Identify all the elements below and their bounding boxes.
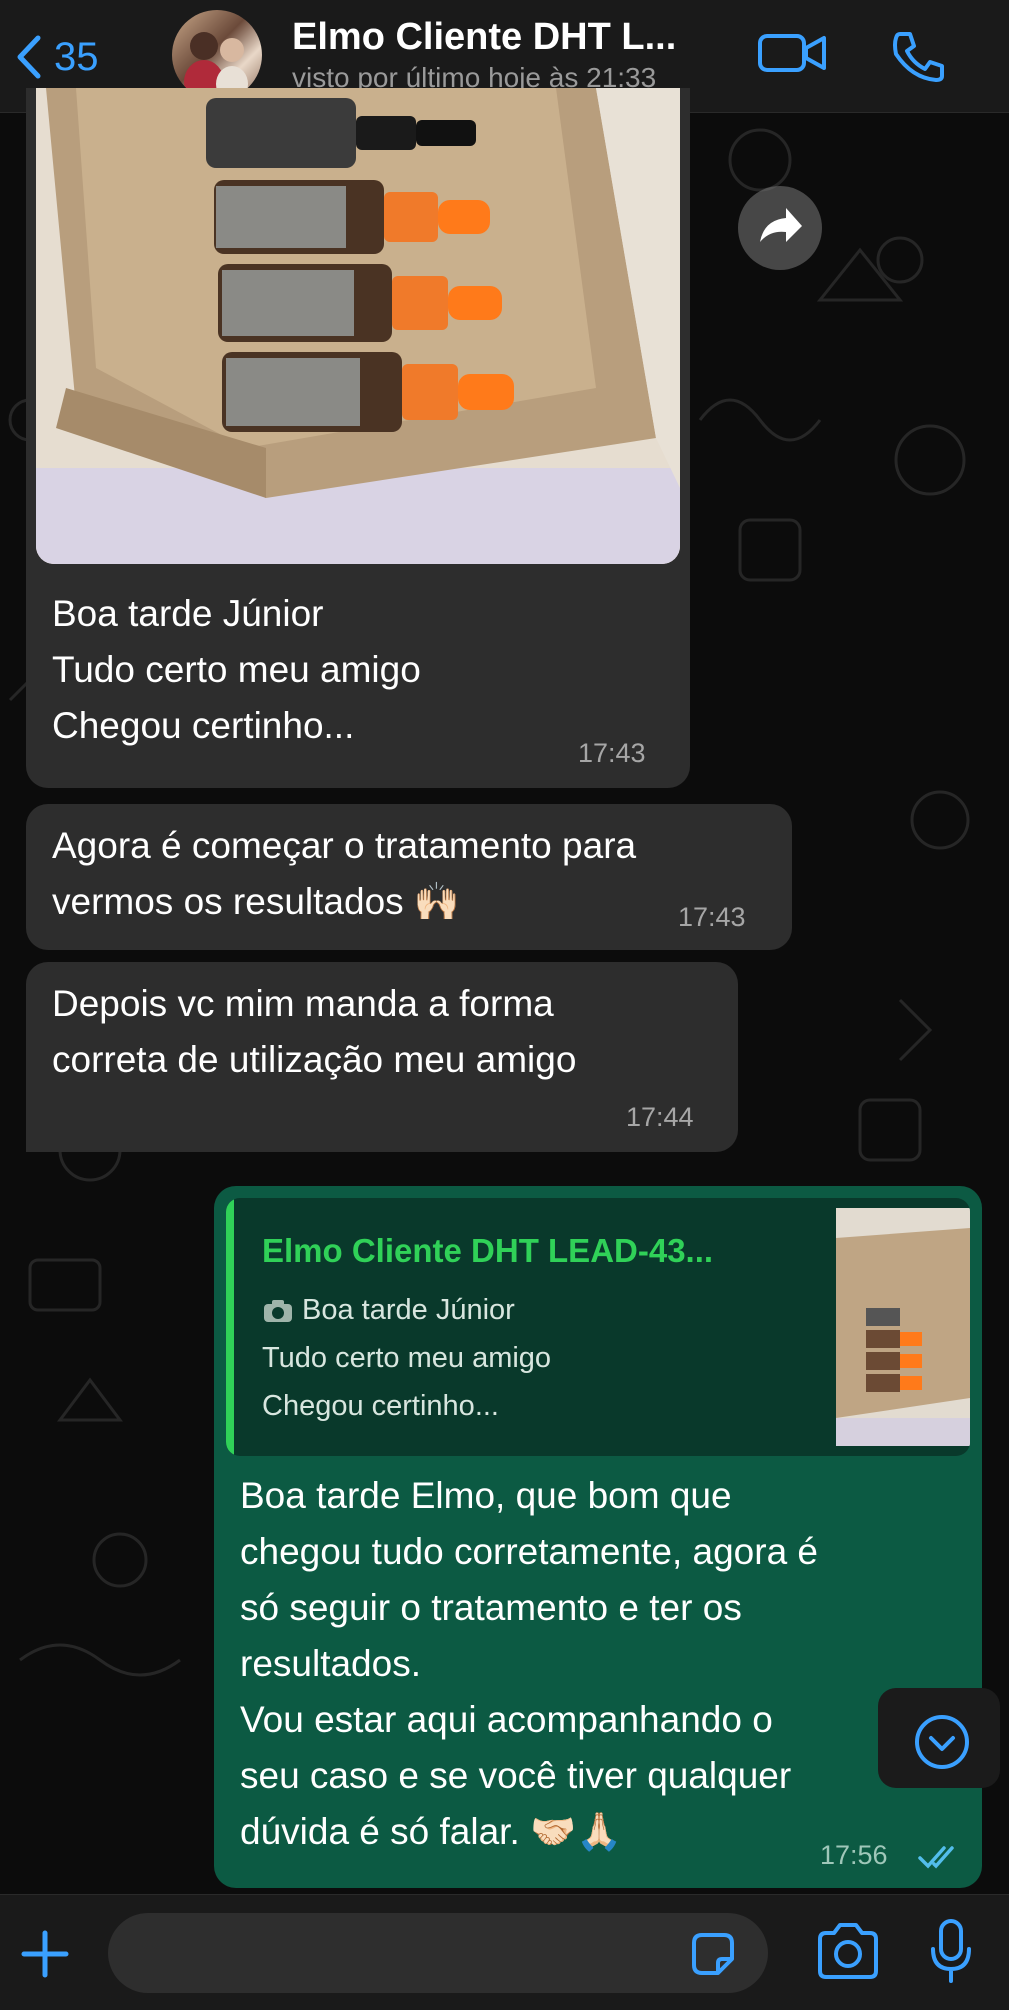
forward-button[interactable] xyxy=(738,186,822,270)
quoted-sender-name: Elmo Cliente DHT LEAD-43... xyxy=(262,1232,714,1269)
quoted-photo-thumbnail xyxy=(836,1208,970,1446)
message-text-line: chegou tudo corretamente, agora é xyxy=(240,1531,818,1572)
message-text-line: Agora é começar o tratamento para xyxy=(52,825,637,866)
message-text-line: seu caso e se você tiver qualquer xyxy=(240,1755,792,1796)
back-button[interactable]: 35 xyxy=(10,30,99,84)
message-text-line: Boa tarde Júnior xyxy=(52,593,324,634)
phone-icon[interactable] xyxy=(888,28,948,84)
plus-icon[interactable] xyxy=(18,1927,72,1981)
quote-accent-bar xyxy=(226,1198,234,1456)
message-input[interactable] xyxy=(108,1913,768,1993)
microphone-icon[interactable] xyxy=(928,1917,974,1987)
message-text-line: só seguir o tratamento e ter os xyxy=(240,1587,742,1628)
read-receipt-icon xyxy=(918,1846,954,1869)
message-time: 17:44 xyxy=(626,1102,694,1132)
quoted-line: Chegou certinho... xyxy=(262,1390,499,1422)
contact-avatar[interactable] xyxy=(172,10,262,100)
message-text-line: Tudo certo meu amigo xyxy=(52,649,421,690)
text-message[interactable]: Depois vc mim manda a forma correta de u… xyxy=(26,962,738,1152)
contact-name[interactable]: Elmo Cliente DHT L... xyxy=(292,16,676,59)
camera-icon[interactable] xyxy=(816,1921,880,1981)
message-composer xyxy=(0,1894,1009,2010)
chevron-down-icon xyxy=(915,1715,969,1769)
message-time: 17:56 xyxy=(820,1840,888,1870)
message-text-line: resultados. xyxy=(240,1643,421,1684)
message-time: 17:43 xyxy=(678,902,746,932)
quoted-message[interactable]: Elmo Cliente DHT LEAD-43... Boa tarde Jú… xyxy=(226,1198,970,1456)
product-photo[interactable] xyxy=(36,88,680,564)
forward-arrow-icon xyxy=(760,208,802,242)
camera-icon xyxy=(264,1300,292,1322)
quoted-line: Boa tarde Júnior xyxy=(302,1294,515,1326)
outgoing-reply-message[interactable]: Elmo Cliente DHT LEAD-43... Boa tarde Jú… xyxy=(214,1186,982,1888)
text-message[interactable]: Agora é começar o tratamento para vermos… xyxy=(26,804,792,950)
chevron-left-icon xyxy=(17,35,41,79)
message-time: 17:43 xyxy=(578,738,646,768)
quoted-line: Tudo certo meu amigo xyxy=(262,1342,552,1374)
message-text-line: dúvida é só falar. 🤝🏻🙏🏻 xyxy=(240,1811,623,1852)
message-text-line: Vou estar aqui acompanhando o xyxy=(240,1699,773,1740)
message-text-line: Depois vc mim manda a forma xyxy=(52,983,554,1024)
image-message[interactable]: Boa tarde Júnior Tudo certo meu amigo Ch… xyxy=(26,88,822,788)
message-text-line: correta de utilização meu amigo xyxy=(52,1039,577,1080)
video-call-icon[interactable] xyxy=(756,28,828,78)
scroll-to-bottom-button[interactable] xyxy=(878,1688,1000,1788)
unread-count: 35 xyxy=(54,34,99,79)
message-text-line: vermos os resultados 🙌🏻 xyxy=(52,881,460,922)
sticker-icon[interactable] xyxy=(688,1929,738,1979)
message-text-line: Boa tarde Elmo, que bom que xyxy=(240,1475,732,1516)
message-text-line: Chegou certinho... xyxy=(52,705,355,746)
